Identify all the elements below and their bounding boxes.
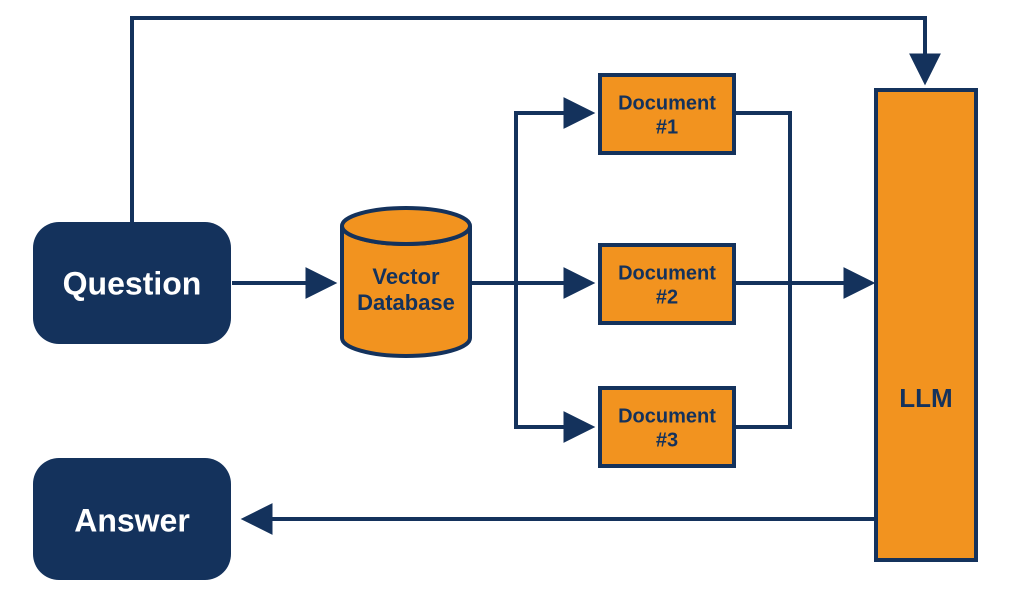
llm-label: LLM: [899, 383, 952, 413]
answer-node: Answer: [33, 458, 231, 580]
document-2-node: Document #2: [600, 245, 734, 323]
edges: [132, 18, 925, 427]
llm-node: LLM: [876, 90, 976, 560]
rag-diagram: Question Answer Vector Database Document…: [0, 0, 1024, 606]
vector-database-node: Vector Database: [342, 208, 470, 356]
edge-vectordb-to-doc3: [516, 283, 590, 427]
edge-doc3-to-llm: [735, 283, 790, 427]
edge-vectordb-to-doc1: [516, 113, 590, 283]
question-label: Question: [63, 265, 202, 301]
document-3-node: Document #3: [600, 388, 734, 466]
vectordb-label-line1: Vector: [372, 264, 440, 289]
doc1-label-line1: Document: [618, 92, 716, 114]
doc1-label-line2: #1: [656, 116, 678, 138]
doc2-label-line2: #2: [656, 286, 678, 308]
doc3-label-line2: #3: [656, 429, 678, 451]
question-node: Question: [33, 222, 231, 344]
doc3-label-line1: Document: [618, 405, 716, 427]
edge-doc1-to-llm: [735, 113, 790, 283]
document-1-node: Document #1: [600, 75, 734, 153]
answer-label: Answer: [74, 502, 190, 538]
vectordb-label-line2: Database: [357, 290, 455, 315]
doc2-label-line1: Document: [618, 262, 716, 284]
edge-question-to-llm: [132, 18, 925, 222]
